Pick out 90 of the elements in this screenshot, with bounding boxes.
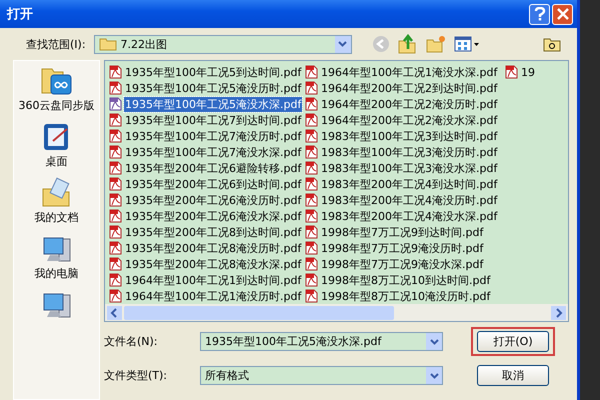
place-label: 桌面 — [46, 154, 68, 169]
place-item[interactable]: 桌面 — [40, 121, 72, 169]
place-label: 我的电脑 — [34, 266, 78, 281]
cancel-button[interactable]: 取消 — [477, 365, 549, 386]
file-item[interactable]: 1935年型200年工况6到达时间.pdf — [109, 176, 302, 192]
pdf-icon — [305, 81, 318, 95]
file-item[interactable]: 1935年型200年工况6淹没水深.pdf — [109, 208, 302, 224]
file-item[interactable]: 1964年型200年工况2淹没历时.pdf — [305, 96, 498, 112]
file-item[interactable]: 1964年型200年工况2到达时间.pdf — [305, 80, 498, 96]
file-item[interactable]: 1935年型200年工况8淹没水深.pdf — [109, 256, 302, 272]
look-in-dropdown[interactable]: 7.22出图 — [94, 34, 352, 54]
pdf-icon — [109, 257, 122, 271]
pdf-icon — [109, 97, 122, 111]
file-item[interactable]: 1964年型100年工况1淹没水深.pdf — [305, 64, 498, 80]
pdf-icon — [305, 241, 318, 255]
file-item[interactable]: 19 — [505, 64, 536, 80]
documents-folder-icon — [40, 177, 72, 209]
close-icon — [556, 8, 568, 20]
pdf-icon — [109, 113, 122, 127]
file-item[interactable]: 1998年型8万工况10淹没历时.pdf — [305, 288, 492, 304]
window-title: 打开 — [7, 6, 33, 23]
file-item[interactable]: 1935年型200年工况8淹没历时.pdf — [109, 240, 302, 256]
pdf-icon — [305, 225, 318, 239]
help-icon — [534, 7, 546, 21]
file-item[interactable]: 1983年型200年工况4淹没水深.pdf — [305, 208, 498, 224]
place-item[interactable]: 360云盘同步版 — [18, 65, 94, 113]
place-label: 360云盘同步版 — [18, 98, 94, 113]
file-item[interactable]: 1998年型7万工况9淹没水深.pdf — [305, 256, 484, 272]
file-item[interactable]: 1983年型100年工况3淹没历时.pdf — [305, 144, 498, 160]
place-item[interactable]: 我的文档 — [34, 177, 78, 225]
pdf-icon — [109, 145, 122, 159]
pdf-icon — [305, 193, 318, 207]
pdf-icon — [109, 241, 122, 255]
pdf-icon — [305, 209, 318, 223]
file-item[interactable]: 1983年型100年工况3到达时间.pdf — [305, 128, 498, 144]
pdf-icon — [305, 257, 318, 271]
file-item[interactable]: 1935年型100年工况5到达时间.pdf — [109, 64, 302, 80]
file-type-dropdown[interactable]: 所有格式 — [200, 366, 443, 385]
pdf-icon — [109, 81, 122, 95]
file-item[interactable]: 1964年型100年工况1淹没历时.pdf — [109, 288, 302, 304]
file-item[interactable]: 1998年型7万工况9淹没历时.pdf — [305, 240, 484, 256]
file-item[interactable]: 1983年型100年工况3淹没水深.pdf — [305, 160, 498, 176]
file-item[interactable]: 1964年型100年工况1到达时间.pdf — [109, 272, 302, 288]
file-item[interactable]: 1964年型200年工况2淹没水深.pdf — [305, 112, 498, 128]
pdf-icon — [305, 113, 318, 127]
pdf-icon — [109, 289, 122, 303]
file-item[interactable]: 1983年型200年工况4到达时间.pdf — [305, 176, 498, 192]
close-button[interactable] — [552, 4, 573, 24]
pdf-icon — [305, 97, 318, 111]
file-item[interactable]: 1998年型7万工况9到达时间.pdf — [305, 224, 484, 240]
pdf-icon — [109, 65, 122, 79]
place-label: 我的文档 — [34, 210, 78, 225]
pdf-icon — [305, 145, 318, 159]
file-item[interactable]: 1935年型200年工况8到达时间.pdf — [109, 224, 302, 240]
scroll-left-icon[interactable] — [107, 306, 122, 320]
pdf-icon — [305, 161, 318, 175]
file-item[interactable]: 1998年型8万工况10到达时间.pdf — [305, 272, 492, 288]
file-name-label: 文件名(N): — [104, 334, 159, 349]
pdf-icon — [109, 177, 122, 191]
pdf-icon — [109, 129, 122, 143]
pdf-icon — [305, 65, 318, 79]
file-name-field[interactable]: 1935年型100年工况5淹没水深.pdf — [200, 332, 443, 351]
file-item[interactable]: 1935年型200年工况6避险转移.pdf — [109, 160, 302, 176]
file-item[interactable]: 1935年型100年工况5淹没历时.pdf — [109, 80, 302, 96]
pdf-icon — [109, 193, 122, 207]
file-item[interactable]: 1983年型200年工况4淹没历时.pdf — [305, 192, 498, 208]
file-item[interactable]: 1935年型100年工况7淹没水深.pdf — [109, 144, 302, 160]
pdf-icon — [305, 289, 318, 303]
pdf-icon — [305, 129, 318, 143]
pdf-icon — [109, 273, 122, 287]
desktop-folder-icon[interactable] — [543, 36, 561, 52]
pdf-icon — [109, 161, 122, 175]
pdf-icon — [109, 209, 122, 223]
up-folder-icon[interactable] — [398, 34, 418, 54]
pdf-icon — [109, 225, 122, 239]
file-type-label: 文件类型(T): — [104, 368, 168, 383]
pdf-icon — [305, 177, 318, 191]
look-in-label: 查找范围(I): — [26, 36, 86, 52]
help-button[interactable] — [529, 4, 550, 24]
place-item[interactable]: 我的电脑 — [34, 233, 78, 281]
scroll-right-icon[interactable] — [551, 306, 566, 320]
file-item[interactable]: 1935年型100年工况7淹没历时.pdf — [109, 128, 302, 144]
pdf-icon — [505, 65, 518, 79]
open-button[interactable]: 打开(O) — [477, 331, 549, 352]
pdf-icon — [305, 273, 318, 287]
file-item[interactable]: 1935年型100年工况7到达时间.pdf — [109, 112, 302, 128]
file-item[interactable]: 1935年型200年工况6淹没历时.pdf — [109, 192, 302, 208]
horizontal-scrollbar[interactable] — [104, 304, 569, 322]
folder-icon — [98, 37, 117, 51]
view-menu-icon[interactable] — [454, 36, 480, 52]
